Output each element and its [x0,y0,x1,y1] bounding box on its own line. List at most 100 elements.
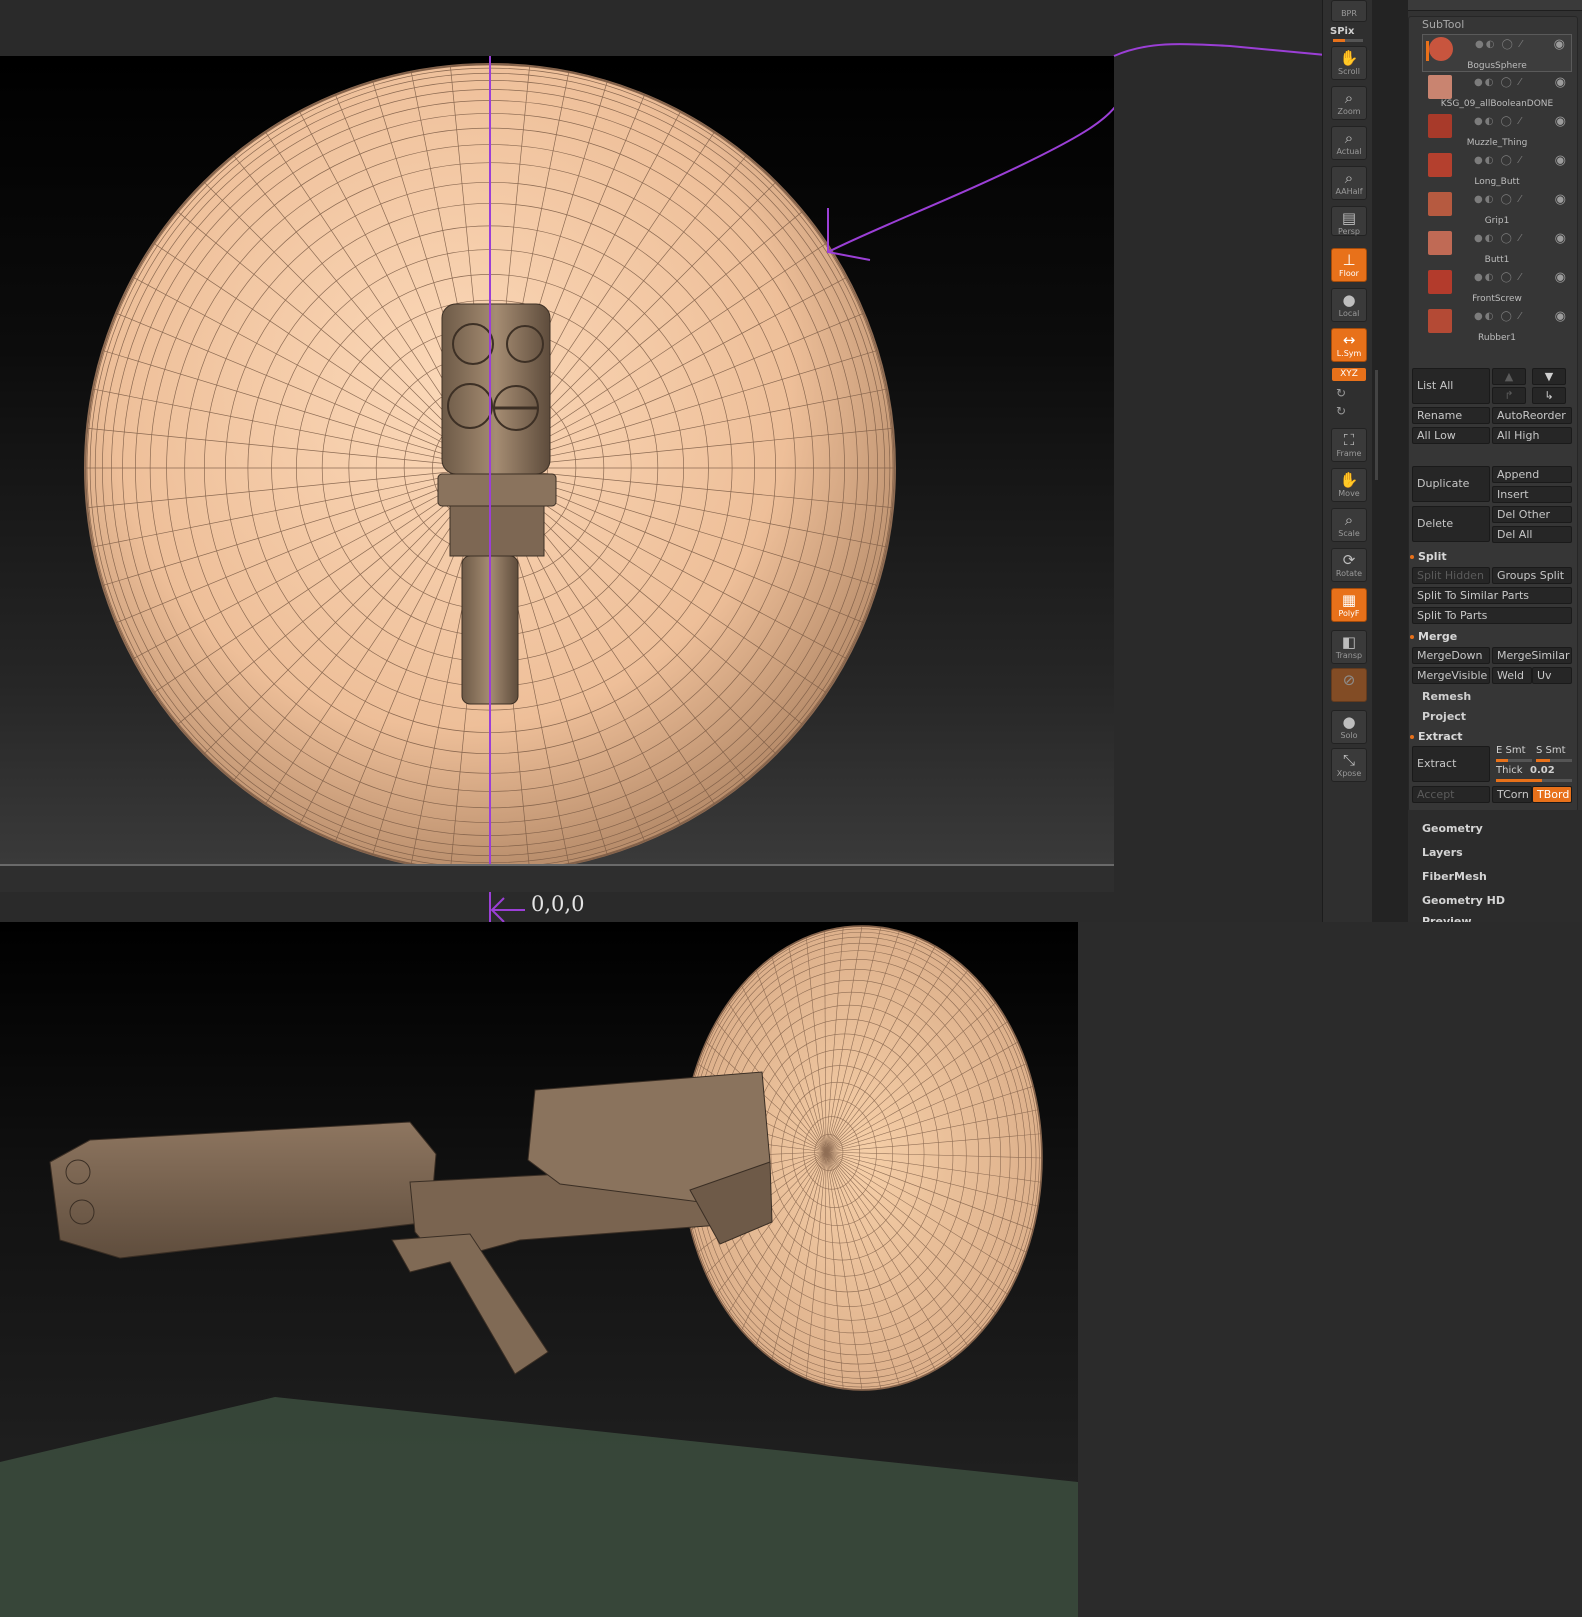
origin-annotation: 0,0,0 [531,892,585,916]
subtool-toggles[interactable]: ●◐ ◯ ⁄ [1474,233,1523,244]
subtool-title[interactable]: SubTool [1422,18,1464,31]
move-button[interactable]: ✋ Move [1331,468,1367,502]
subtool-item[interactable]: ●◐ ◯ ⁄ ◉ Grip1 [1422,190,1572,228]
xyz-toggle[interactable]: XYZ [1332,368,1366,381]
subtool-toggles[interactable]: ●◐ ◯ ⁄ [1474,116,1523,127]
layers-menu[interactable]: Layers [1422,846,1463,859]
eye-icon[interactable]: ◉ [1555,231,1566,246]
split-to-parts-button[interactable]: Split To Parts [1412,607,1572,624]
eye-icon[interactable]: ◉ [1555,309,1566,324]
eye-icon[interactable]: ◉ [1554,37,1565,52]
insert-button[interactable]: Insert [1492,486,1572,503]
subtool-item[interactable]: ●◐ ◯ ⁄ ◉ FrontScrew [1422,268,1572,306]
move-in-button[interactable]: ↱ [1492,387,1526,404]
mergesimilar-button[interactable]: MergeSimilar [1492,647,1572,664]
scroll-button[interactable]: ✋ Scroll [1331,46,1367,80]
merge-title: Merge [1418,630,1458,643]
del-all-button[interactable]: Del All [1492,526,1572,543]
solo-button[interactable]: ● Solo [1331,710,1367,744]
merge-section[interactable]: Merge [1410,630,1457,643]
subtool-item[interactable]: ●◐ ◯ ⁄ ◉ Muzzle_Thing [1422,112,1572,150]
preview-menu[interactable]: Preview [1422,915,1472,922]
move-out-button[interactable]: ↳ [1532,387,1566,404]
floor-button[interactable]: ⊥ Floor [1331,248,1367,282]
subtool-toggles[interactable]: ●◐ ◯ ⁄ [1474,272,1523,283]
remesh-section[interactable]: Remesh [1422,690,1471,703]
extract-button[interactable]: Extract [1412,746,1490,782]
split-similar-parts-button[interactable]: Split To Similar Parts [1412,587,1572,604]
thick-value: 0.02 [1530,765,1555,776]
rotate-y-icon[interactable]: ↻ [1336,386,1346,400]
s-smt-slider[interactable] [1536,759,1572,762]
subtool-item[interactable]: ●◐ ◯ ⁄ ◉ KSG_09_allBooleanDONE [1422,73,1572,111]
duplicate-button[interactable]: Duplicate [1412,466,1490,502]
eye-icon[interactable]: ◉ [1555,114,1566,129]
bottom-viewport[interactable] [0,922,1078,1617]
subtool-toggles[interactable]: ●◐ ◯ ⁄ [1474,77,1523,88]
rename-button[interactable]: Rename [1412,407,1490,424]
all-low-button[interactable]: All Low [1412,427,1490,444]
ghost-button[interactable]: ⊘ [1331,668,1367,702]
subtool-toggles[interactable]: ●◐ ◯ ⁄ [1474,311,1523,322]
zoom-button[interactable]: ⌕ Zoom [1331,86,1367,120]
bpr-button[interactable]: BPR [1331,0,1367,22]
rotate-button[interactable]: ⟳ Rotate [1331,548,1367,582]
geometry-menu[interactable]: Geometry [1422,822,1483,835]
subtool-thumbnail [1428,309,1452,333]
spix-slider[interactable] [1333,39,1363,42]
move-down-button[interactable]: ▼ [1532,368,1566,385]
fibermesh-menu[interactable]: FiberMesh [1422,870,1487,883]
move-up-button[interactable]: ▲ [1492,368,1526,385]
append-button[interactable]: Append [1492,466,1572,483]
project-section[interactable]: Project [1422,710,1466,723]
thick-slider[interactable] [1496,779,1572,782]
aahalf-button[interactable]: ⌕ AAHalf [1331,166,1367,200]
split-hidden-button[interactable]: Split Hidden [1412,567,1490,584]
tbord-toggle[interactable]: TBord [1532,786,1572,803]
rotate-label: Rotate [1335,569,1363,578]
xpose-label: Xpose [1336,769,1362,778]
list-all-button[interactable]: List All [1412,368,1490,404]
subtool-toggles[interactable]: ●◐ ◯ ⁄ [1475,39,1524,50]
delete-button[interactable]: Delete [1412,506,1490,542]
uv-button[interactable]: Uv [1532,667,1572,684]
grid-icon: ▤ [1341,209,1357,227]
zoom-label: Zoom [1337,107,1361,116]
hand-icon: ✋ [1339,49,1359,67]
lsym-button[interactable]: ↔ L.Sym [1331,328,1367,362]
all-high-button[interactable]: All High [1492,427,1572,444]
eye-icon[interactable]: ◉ [1555,192,1566,207]
scale-button[interactable]: ⌕ Scale [1331,508,1367,542]
xpose-button[interactable]: ⤡ Xpose [1331,748,1367,782]
subtool-item[interactable]: ●◐ ◯ ⁄ ◉ BogusSphere [1422,34,1572,72]
eye-icon[interactable]: ◉ [1555,75,1566,90]
groups-split-button[interactable]: Groups Split [1492,567,1572,584]
palette-scroll-column[interactable] [1372,0,1408,922]
tcorn-toggle[interactable]: TCorn [1492,786,1532,803]
rotate-z-icon[interactable]: ↻ [1336,404,1346,418]
split-section[interactable]: Split [1410,550,1447,563]
e-smt-slider[interactable] [1496,759,1532,762]
persp-button[interactable]: ▤ Persp [1331,206,1367,236]
palette-scrollbar[interactable] [1375,370,1378,480]
del-other-button[interactable]: Del Other [1492,506,1572,523]
polyf-button[interactable]: ▦ PolyF [1331,588,1367,622]
accept-button[interactable]: Accept [1412,786,1490,803]
subtool-item[interactable]: ●◐ ◯ ⁄ ◉ Butt1 [1422,229,1572,267]
mergevisible-button[interactable]: MergeVisible [1412,667,1490,684]
actual-button[interactable]: ⌕ Actual [1331,126,1367,160]
mergedown-button[interactable]: MergeDown [1412,647,1490,664]
subtool-toggles[interactable]: ●◐ ◯ ⁄ [1474,155,1523,166]
subtool-toggles[interactable]: ●◐ ◯ ⁄ [1474,194,1523,205]
autoreorder-button[interactable]: AutoReorder [1492,407,1572,424]
extract-section[interactable]: Extract [1410,730,1463,743]
subtool-item[interactable]: ●◐ ◯ ⁄ ◉ Long_Butt [1422,151,1572,189]
weld-button[interactable]: Weld [1492,667,1532,684]
frame-button[interactable]: ⛶ Frame [1331,428,1367,462]
geometry-hd-menu[interactable]: Geometry HD [1422,894,1505,907]
eye-icon[interactable]: ◉ [1555,270,1566,285]
local-button[interactable]: ● Local [1331,288,1367,322]
subtool-item[interactable]: ●◐ ◯ ⁄ ◉ Rubber1 [1422,307,1572,345]
eye-icon[interactable]: ◉ [1555,153,1566,168]
transp-button[interactable]: ◧ Transp [1331,630,1367,664]
